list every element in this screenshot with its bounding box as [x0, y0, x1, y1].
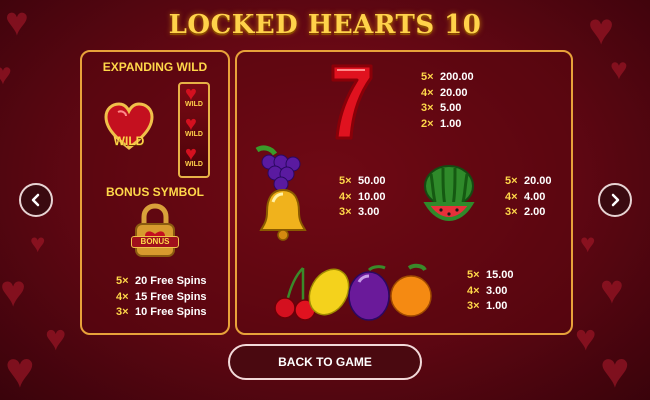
- multiplier: 3×: [421, 102, 434, 114]
- heart-decor-icon: ♥: [600, 342, 630, 398]
- payout-value: 10 Free Spins: [135, 306, 207, 318]
- wild-reel-cell: ♥ WILD: [183, 143, 205, 173]
- back-to-game-label: BACK TO GAME: [278, 355, 372, 369]
- multiplier: 3×: [467, 300, 480, 312]
- expanded-wild-reel: ♥ WILD ♥ WILD ♥ WILD: [178, 82, 210, 178]
- multiplier: 4×: [339, 190, 352, 203]
- payout-row: 3× 2.00: [505, 205, 552, 221]
- next-page-button[interactable]: [598, 183, 632, 217]
- payout-row: 3× 1.00: [467, 299, 514, 315]
- payout-value: 1.00: [440, 117, 462, 130]
- multiplier: 3×: [339, 206, 352, 218]
- payout-row: 4× 20.00: [421, 86, 474, 102]
- payout-row: 5× 200.00: [421, 70, 474, 86]
- payout-row: 4× 10.00: [339, 190, 386, 206]
- heart-decor-icon: ♥: [5, 342, 35, 398]
- multiplier: 3×: [116, 306, 129, 318]
- payout-value: 3.00: [358, 206, 380, 218]
- watermelon-payouts: 5× 20.00 4× 4.00 3× 2.00: [505, 174, 552, 221]
- payout-row: 5× 20.00: [505, 174, 552, 190]
- multiplier: 4×: [467, 284, 480, 297]
- payout-row: 4× 15 Free Spins: [116, 290, 207, 306]
- payout-value: 15.00: [486, 269, 514, 281]
- payout-row: 4× 3.00: [467, 284, 514, 300]
- heart-decor-icon: ♥: [0, 58, 12, 91]
- payout-value: 20 Free Spins: [135, 275, 207, 287]
- multiplier: 5×: [467, 269, 480, 281]
- payout-row: 5× 15.00: [467, 268, 514, 284]
- wild-label: WILD: [113, 134, 145, 148]
- payout-row: 3× 5.00: [421, 101, 474, 117]
- payout-value: 50.00: [358, 175, 386, 187]
- paytable-panel: 5× 200.00 4× 20.00 3× 5.00 2× 1.00 5× 50.00 4…: [235, 50, 573, 335]
- bonus-badge: BONUS: [131, 236, 179, 248]
- payout-value: 2.00: [524, 206, 546, 218]
- payout-row: 3× 3.00: [339, 205, 386, 221]
- payout-value: 1.00: [486, 300, 508, 312]
- lucky-seven-icon: [331, 64, 373, 140]
- multiplier: 5×: [116, 275, 129, 287]
- multiplier: 5×: [421, 71, 434, 83]
- bell-icon: [259, 188, 307, 241]
- multiplier: 5×: [339, 175, 352, 187]
- multiplier: 2×: [421, 117, 434, 130]
- bonus-lock-symbol: BONUS: [127, 202, 183, 260]
- wild-label: WILD: [185, 131, 203, 138]
- heart-decor-icon: ♥: [575, 317, 597, 358]
- heart-wild-symbol: WILD: [104, 102, 154, 152]
- watermelon-symbol: [421, 164, 477, 226]
- payout-value: 20.00: [440, 86, 468, 99]
- heart-decor-icon: ♥: [600, 268, 624, 312]
- bonus-symbol-heading: BONUS SYMBOL: [105, 185, 204, 199]
- special-symbols-panel: EXPANDING WILD WILD ♥ WILD ♥ WILD ♥ WILD…: [80, 50, 230, 335]
- fruits-icon: [274, 263, 432, 321]
- multiplier: 3×: [505, 206, 518, 218]
- payout-value: 5.00: [440, 102, 462, 114]
- heart-decor-icon: ♥: [45, 317, 67, 358]
- back-to-game-button[interactable]: BACK TO GAME: [228, 344, 422, 380]
- heart-decor-icon: ♥: [580, 228, 596, 258]
- multiplier: 4×: [421, 86, 434, 99]
- plum-icon: [348, 265, 390, 321]
- game-title: LOCKED HEARTS 10: [168, 10, 482, 40]
- multiplier: 5×: [505, 175, 518, 187]
- fruits-symbols: [273, 262, 433, 324]
- expanding-wild-heading: EXPANDING WILD: [102, 60, 208, 74]
- seven-symbol: [329, 62, 375, 142]
- prev-page-button[interactable]: [19, 183, 53, 217]
- heart-decor-icon: ♥: [30, 228, 46, 258]
- multiplier: 4×: [116, 290, 129, 303]
- wild-reel-cell: ♥ WILD: [183, 113, 205, 143]
- chevron-left-icon: [31, 193, 40, 207]
- payout-row: 4× 4.00: [505, 190, 552, 206]
- padlock-icon: [135, 203, 175, 257]
- bonus-payouts: 5× 20 Free Spins 4× 15 Free Spins 3× 10 Fre…: [116, 274, 207, 321]
- payout-row: 2× 1.00: [421, 117, 474, 133]
- seven-payouts: 5× 200.00 4× 20.00 3× 5.00 2× 1.00: [421, 70, 474, 132]
- orange-icon: [390, 263, 432, 317]
- watermelon-icon: [423, 165, 475, 221]
- payout-value: 20.00: [524, 175, 552, 187]
- wild-reel-cell: ♥ WILD: [183, 83, 205, 113]
- fruits-payouts: 5× 15.00 4× 3.00 3× 1.00: [467, 268, 514, 315]
- payout-value: 15 Free Spins: [135, 290, 207, 303]
- payout-value: 3.00: [486, 284, 508, 297]
- payout-row: 5× 20 Free Spins: [116, 274, 207, 290]
- heart-decor-icon: ♥: [610, 53, 628, 86]
- multiplier: 4×: [505, 190, 518, 203]
- payout-row: 3× 10 Free Spins: [116, 305, 207, 321]
- bell-symbol: [259, 186, 307, 242]
- heart-decor-icon: ♥: [0, 267, 27, 316]
- wild-label: WILD: [185, 161, 203, 168]
- wild-label: WILD: [185, 101, 203, 108]
- payout-value: 200.00: [440, 71, 474, 83]
- payout-value: 10.00: [358, 190, 386, 203]
- payout-row: 5× 50.00: [339, 174, 386, 190]
- payout-value: 4.00: [524, 190, 546, 203]
- chevron-right-icon: [611, 193, 620, 207]
- grapes-bell-payouts: 5× 50.00 4× 10.00 3× 3.00: [339, 174, 386, 221]
